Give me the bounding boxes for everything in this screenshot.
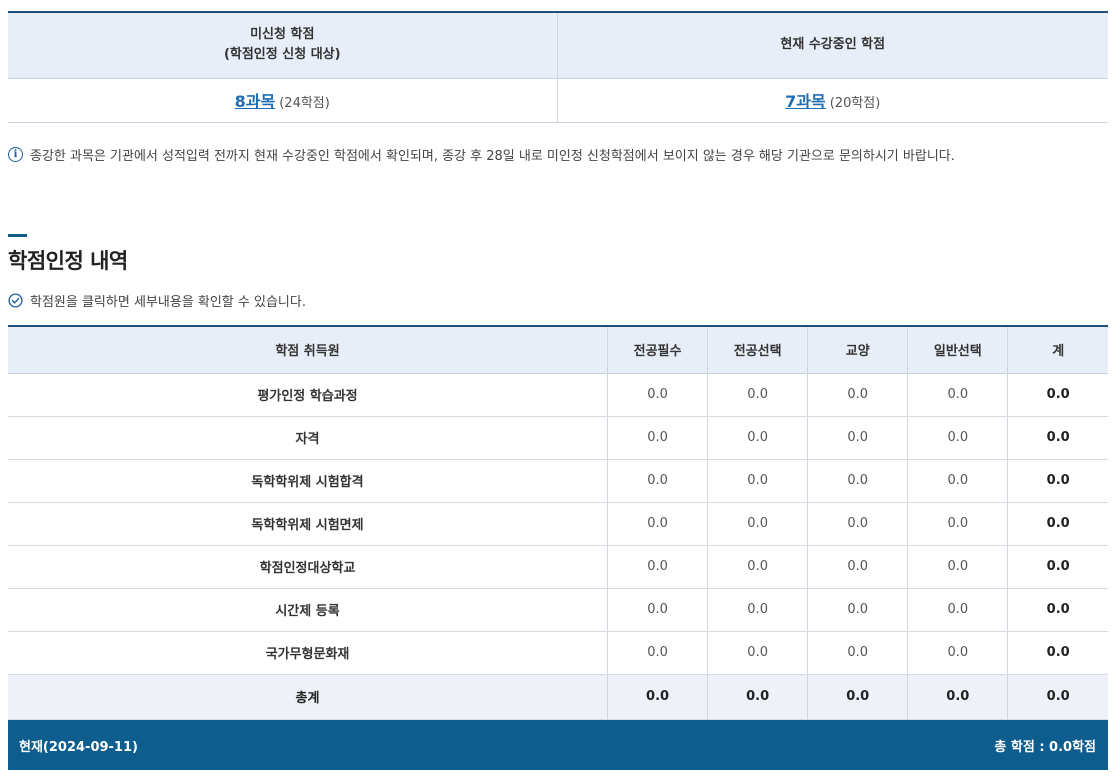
total-row-label: 총계 <box>8 674 608 720</box>
total-value-cell: 0.0 <box>907 674 1008 720</box>
table-row[interactable]: 평가인정 학습과정 0.0 0.0 0.0 0.0 0.0 <box>8 373 1108 417</box>
total-value-cell: 0.0 <box>707 674 808 720</box>
hint: 학점원을 클릭하면 세부내용을 확인할 수 있습니다. <box>8 291 306 310</box>
row-source-name[interactable]: 학점인정대상학교 <box>8 545 608 589</box>
value-cell: 0.0 <box>907 545 1008 589</box>
credit-detail-table: 학점 취득원 전공필수 전공선택 교양 일반선택 계 평가인정 학습과정 0.0… <box>8 325 1108 720</box>
row-source-name[interactable]: 시간제 등록 <box>8 588 608 632</box>
value-cell: 0.0 <box>907 459 1008 503</box>
value-cell: 0.0 <box>707 588 808 632</box>
header-liberal-arts: 교양 <box>807 326 908 374</box>
table-row[interactable]: 자격 0.0 0.0 0.0 0.0 0.0 <box>8 416 1108 460</box>
header-major-elective: 전공선택 <box>707 326 808 374</box>
value-cell: 0.0 <box>607 631 708 675</box>
hint-text: 학점원을 클릭하면 세부내용을 확인할 수 있습니다. <box>30 295 306 310</box>
value-cell: 0.0 <box>907 631 1008 675</box>
current-count-link[interactable]: 7과목 <box>785 92 826 111</box>
unapplied-cell: 8과목 (24학점) <box>8 78 557 123</box>
header-major-required: 전공필수 <box>607 326 708 374</box>
row-source-name[interactable]: 평가인정 학습과정 <box>8 373 608 417</box>
value-cell: 0.0 <box>907 416 1008 460</box>
total-value-cell: 0.0 <box>607 674 708 720</box>
row-source-name[interactable]: 자격 <box>8 416 608 460</box>
header-source: 학점 취득원 <box>8 326 608 374</box>
row-total-cell: 0.0 <box>1007 459 1108 503</box>
table-row[interactable]: 독학학위제 시험면제 0.0 0.0 0.0 0.0 0.0 <box>8 502 1108 546</box>
unapplied-header-line2: (학점인정 신청 대상) <box>223 47 341 63</box>
table-row[interactable]: 시간제 등록 0.0 0.0 0.0 0.0 0.0 <box>8 588 1108 632</box>
unapplied-count-link[interactable]: 8과목 <box>235 92 276 111</box>
row-total-cell: 0.0 <box>1007 545 1108 589</box>
section-title: 학점인정 내역 <box>8 249 128 273</box>
value-cell: 0.0 <box>607 416 708 460</box>
value-cell: 0.0 <box>707 502 808 546</box>
footer-date: 현재(2024-09-11) <box>19 739 138 755</box>
unapplied-header: 미신청 학점 (학점인정 신청 대상) <box>8 12 557 79</box>
value-cell: 0.0 <box>607 502 708 546</box>
value-cell: 0.0 <box>807 416 908 460</box>
total-row: 총계 0.0 0.0 0.0 0.0 0.0 <box>8 674 1108 720</box>
value-cell: 0.0 <box>607 373 708 417</box>
check-circle-icon <box>8 293 23 308</box>
value-cell: 0.0 <box>707 631 808 675</box>
footer-total-credits: 총 학점 : 0.0학점 <box>994 739 1096 755</box>
value-cell: 0.0 <box>707 373 808 417</box>
detail-header-row: 학점 취득원 전공필수 전공선택 교양 일반선택 계 <box>8 326 1108 374</box>
row-source-name[interactable]: 독학학위제 시험합격 <box>8 459 608 503</box>
info-icon: i <box>8 147 23 162</box>
summary-value-row: 8과목 (24학점) 7과목 (20학점) <box>8 78 1108 123</box>
value-cell: 0.0 <box>607 459 708 503</box>
row-total-cell: 0.0 <box>1007 631 1108 675</box>
value-cell: 0.0 <box>907 373 1008 417</box>
credit-summary-table: 미신청 학점 (학점인정 신청 대상) 현재 수강중인 학점 8과목 (24학점)… <box>8 11 1108 123</box>
row-source-name[interactable]: 국가무형문화재 <box>8 631 608 675</box>
summary-footer-bar: 현재(2024-09-11) 총 학점 : 0.0학점 <box>8 720 1108 770</box>
value-cell: 0.0 <box>707 416 808 460</box>
value-cell: 0.0 <box>807 502 908 546</box>
current-credits: (20학점) <box>829 96 881 111</box>
value-cell: 0.0 <box>807 459 908 503</box>
current-header: 현재 수강중인 학점 <box>556 12 1108 79</box>
total-value-cell: 0.0 <box>807 674 908 720</box>
row-total-cell: 0.0 <box>1007 416 1108 460</box>
value-cell: 0.0 <box>707 545 808 589</box>
summary-header-row: 미신청 학점 (학점인정 신청 대상) 현재 수강중인 학점 <box>8 12 1108 79</box>
current-cell: 7과목 (20학점) <box>556 78 1108 123</box>
notice-text: 종강한 과목은 기관에서 성적입력 전까지 현재 수강중인 학점에서 확인되며,… <box>30 149 955 164</box>
row-total-cell: 0.0 <box>1007 588 1108 632</box>
value-cell: 0.0 <box>807 545 908 589</box>
value-cell: 0.0 <box>907 588 1008 632</box>
grand-total-cell: 0.0 <box>1007 674 1108 720</box>
row-total-cell: 0.0 <box>1007 373 1108 417</box>
value-cell: 0.0 <box>807 373 908 417</box>
value-cell: 0.0 <box>607 545 708 589</box>
unapplied-header-line1: 미신청 학점 <box>250 27 315 43</box>
header-total: 계 <box>1007 326 1108 374</box>
row-total-cell: 0.0 <box>1007 502 1108 546</box>
section-title-accent <box>8 234 27 237</box>
value-cell: 0.0 <box>807 588 908 632</box>
header-general-elective: 일반선택 <box>907 326 1008 374</box>
notice: i 종강한 과목은 기관에서 성적입력 전까지 현재 수강중인 학점에서 확인되… <box>8 145 955 164</box>
table-row[interactable]: 국가무형문화재 0.0 0.0 0.0 0.0 0.0 <box>8 631 1108 675</box>
table-row[interactable]: 독학학위제 시험합격 0.0 0.0 0.0 0.0 0.0 <box>8 459 1108 503</box>
value-cell: 0.0 <box>707 459 808 503</box>
value-cell: 0.0 <box>607 588 708 632</box>
unapplied-credits: (24학점) <box>279 96 330 111</box>
value-cell: 0.0 <box>907 502 1008 546</box>
row-source-name[interactable]: 독학학위제 시험면제 <box>8 502 608 546</box>
table-row[interactable]: 학점인정대상학교 0.0 0.0 0.0 0.0 0.0 <box>8 545 1108 589</box>
value-cell: 0.0 <box>807 631 908 675</box>
